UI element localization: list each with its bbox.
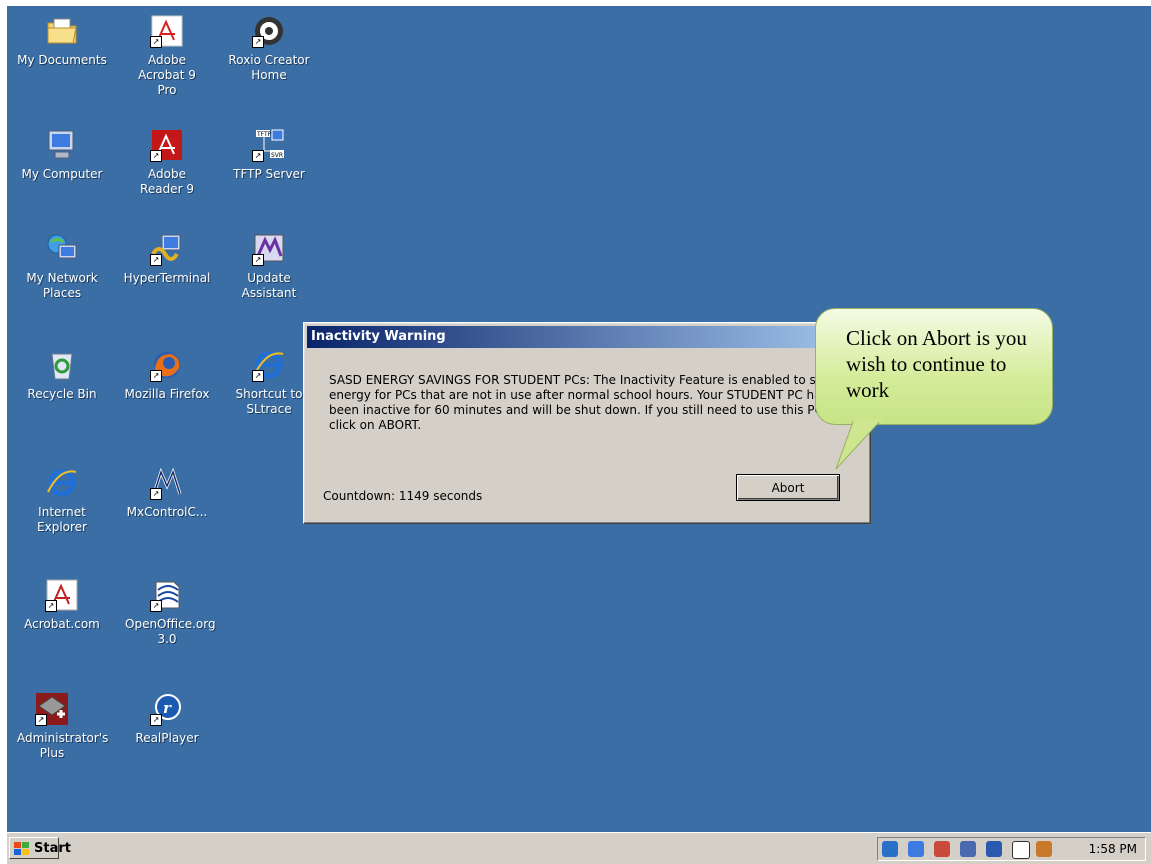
desktop-icon-hyperterminal[interactable]: ↗ HyperTerminal (112, 232, 222, 286)
tftp-server-icon: TFTP SVR ↗ (252, 128, 286, 162)
start-button[interactable]: Start (9, 837, 71, 859)
svg-text:TFTP: TFTP (256, 131, 272, 138)
folder-icon (45, 14, 79, 48)
desktop-icon-update-assistant[interactable]: ↗ Update Assistant (214, 232, 324, 301)
mxcontrol-icon: ↗ (150, 466, 184, 500)
hyperterminal-icon: ↗ (150, 232, 184, 266)
tray-monitor-icon[interactable] (986, 841, 1002, 857)
dialog-title[interactable]: Inactivity Warning (307, 326, 867, 348)
recycle-bin-icon (45, 348, 79, 382)
adobe-reader-icon: ↗ (150, 128, 184, 162)
desktop-icon-my-computer[interactable]: My Computer (7, 128, 117, 182)
tray-settings-icon[interactable] (934, 841, 950, 857)
taskbar: Start 1:58 PM (7, 832, 1151, 864)
shortcut-arrow-icon: ↗ (150, 600, 162, 612)
internet-explorer-icon: ↗ (252, 348, 286, 382)
desktop-icon-mozilla-firefox[interactable]: ↗ Mozilla Firefox (112, 348, 222, 402)
network-connection-icon[interactable] (908, 841, 924, 857)
desktop-icon-tftp-server[interactable]: TFTP SVR ↗ TFTP Server (214, 128, 324, 182)
network-icon (45, 232, 79, 266)
shortcut-arrow-icon: ↗ (252, 36, 264, 48)
callout-bubble: Click on Abort is you wish to continue t… (815, 308, 1053, 470)
shortcut-arrow-icon: ↗ (45, 600, 57, 612)
desktop-icon-adobe-reader-9[interactable]: ↗ Adobe Reader 9 (112, 128, 222, 197)
callout-text: Click on Abort is you wish to continue t… (846, 326, 1027, 402)
desktop-icon-administrators-plus[interactable]: ↗ Administrator's Plus (7, 692, 108, 761)
system-tray: 1:58 PM (877, 837, 1146, 861)
shortcut-arrow-icon: ↗ (252, 254, 264, 266)
update-assistant-icon: ↗ (252, 232, 286, 266)
desktop-icon-realplayer[interactable]: r ↗ RealPlayer (112, 692, 222, 746)
acrobat-com-icon: ↗ (45, 578, 79, 612)
shortcut-arrow-icon: ↗ (252, 150, 264, 162)
desktop-icon-my-documents[interactable]: My Documents (7, 14, 117, 68)
shortcut-arrow-icon: ↗ (150, 150, 162, 162)
desktop-icon-my-network-places[interactable]: My Network Places (7, 232, 117, 301)
wireless-network-icon[interactable] (882, 841, 898, 857)
adobe-acrobat-icon: ↗ (150, 14, 184, 48)
svg-text:SVR: SVR (271, 152, 283, 159)
callout-pointer (835, 419, 883, 470)
shortcut-arrow-icon: ↗ (150, 254, 162, 266)
desktop-icon-acrobat-com[interactable]: ↗ Acrobat.com (7, 578, 117, 632)
shortcut-arrow-icon: ↗ (150, 488, 162, 500)
openoffice-icon: ↗ (150, 578, 184, 612)
roxio-icon: ↗ (252, 14, 286, 48)
clock[interactable]: 1:58 PM (1089, 842, 1137, 856)
countdown-text: Countdown: 1149 seconds (323, 489, 483, 503)
desktop-icon-internet-explorer[interactable]: Internet Explorer (7, 466, 117, 535)
desktop-icon-adobe-acrobat-9-pro[interactable]: ↗ Adobe Acrobat 9 Pro (112, 14, 222, 98)
svg-text:r: r (163, 699, 172, 717)
tray-panda-icon[interactable] (1012, 841, 1030, 859)
tray-display-icon[interactable] (960, 841, 976, 857)
shortcut-arrow-icon: ↗ (150, 370, 162, 382)
computer-icon (45, 128, 79, 162)
start-label: Start (34, 840, 71, 856)
administrators-plus-icon: ↗ (35, 692, 69, 726)
shortcut-arrow-icon: ↗ (150, 36, 162, 48)
desktop-icon-mxcontrolc[interactable]: ↗ MxControlC... (112, 466, 222, 520)
firefox-icon: ↗ (150, 348, 184, 382)
dialog-message: SASD ENERGY SAVINGS FOR STUDENT PCs: The… (329, 373, 838, 432)
desktop-icon-recycle-bin[interactable]: Recycle Bin (7, 348, 117, 402)
windows-flag-icon (14, 842, 30, 856)
desktop-icon-roxio-creator-home[interactable]: ↗ Roxio Creator Home (214, 14, 324, 83)
realplayer-icon: r ↗ (150, 692, 184, 726)
desktop: My Documents My Computer My Network Plac… (7, 6, 1151, 832)
tray-shield-icon[interactable] (1036, 841, 1052, 857)
internet-explorer-icon (45, 466, 79, 500)
shortcut-arrow-icon: ↗ (150, 714, 162, 726)
desktop-icon-openoffice[interactable]: ↗ OpenOffice.org 3.0 (112, 578, 222, 647)
inactivity-warning-dialog: Inactivity Warning SASD ENERGY SAVINGS F… (303, 322, 871, 524)
shortcut-arrow-icon: ↗ (252, 370, 264, 382)
shortcut-arrow-icon: ↗ (35, 714, 47, 726)
